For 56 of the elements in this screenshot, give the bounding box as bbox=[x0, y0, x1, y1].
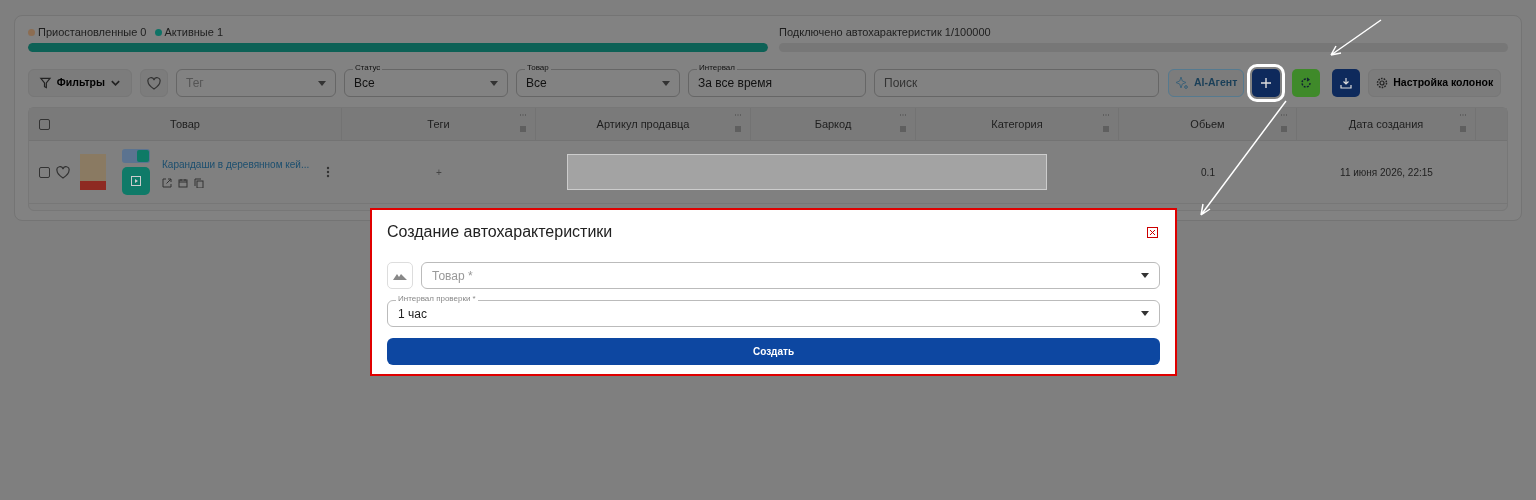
column-header: Дата создания bbox=[1348, 116, 1424, 132]
toggle-switch[interactable] bbox=[122, 149, 150, 163]
filters-button[interactable]: Фильтры bbox=[28, 69, 132, 97]
play-icon bbox=[131, 176, 141, 186]
close-icon[interactable] bbox=[1147, 226, 1158, 238]
column-menu-icon[interactable] bbox=[1280, 113, 1288, 133]
sparkle-icon bbox=[1175, 76, 1189, 90]
legend-label: Активные 1 bbox=[164, 24, 224, 40]
external-link-icon[interactable] bbox=[162, 177, 172, 188]
column-header: Артикул продавца bbox=[596, 116, 690, 132]
heart-icon bbox=[147, 76, 161, 90]
caret-icon bbox=[1141, 273, 1149, 278]
add-tag-button[interactable]: + bbox=[342, 141, 536, 203]
column-menu-icon[interactable] bbox=[519, 113, 527, 133]
calendar-icon[interactable] bbox=[178, 177, 188, 188]
heart-icon[interactable] bbox=[56, 165, 70, 179]
column-settings-button[interactable]: Настройка колонок bbox=[1368, 69, 1502, 97]
column-header: Категория bbox=[991, 116, 1043, 132]
product-select[interactable]: Товар * bbox=[421, 262, 1160, 289]
create-button[interactable]: Создать bbox=[387, 338, 1160, 365]
search-field[interactable]: Поиск bbox=[874, 69, 1159, 97]
row-checkbox[interactable] bbox=[39, 166, 50, 178]
gear-icon bbox=[1376, 77, 1389, 89]
table-cell-text: 11 июня 2026, 22:15 bbox=[1340, 165, 1433, 180]
download-button[interactable] bbox=[1332, 69, 1361, 97]
column-menu-icon[interactable] bbox=[1459, 113, 1467, 133]
play-button[interactable] bbox=[122, 167, 150, 195]
column-menu-icon[interactable] bbox=[899, 113, 907, 133]
ai-agent-button[interactable]: AI-Агент bbox=[1168, 69, 1245, 97]
legend-label: Приостановленные 0 bbox=[38, 24, 147, 40]
column-menu-icon[interactable] bbox=[1102, 113, 1110, 133]
caret-icon bbox=[318, 80, 326, 86]
image-button[interactable] bbox=[387, 262, 413, 289]
mountain-icon bbox=[393, 271, 407, 280]
caret-icon bbox=[1141, 311, 1149, 316]
table-cell-text: 0.1 bbox=[1201, 165, 1215, 180]
plus-icon bbox=[1261, 78, 1272, 88]
progress-label: Подключено автохарактеристик 1/100000 bbox=[779, 26, 992, 38]
caret-icon bbox=[490, 80, 498, 86]
more-icon[interactable] bbox=[326, 166, 330, 178]
modal-title: Создание автохарактеристики bbox=[387, 222, 613, 242]
product-photo bbox=[80, 154, 106, 190]
column-header: Товар bbox=[170, 116, 200, 132]
caret-icon bbox=[662, 80, 670, 86]
select-all-checkbox[interactable] bbox=[39, 118, 50, 130]
refresh-button[interactable] bbox=[1292, 69, 1321, 97]
download-icon bbox=[1340, 77, 1353, 89]
copy-icon[interactable] bbox=[194, 177, 204, 188]
arrow bbox=[1327, 18, 1383, 58]
refresh-icon bbox=[1300, 77, 1313, 89]
column-header: Баркод bbox=[814, 116, 852, 132]
column-header: Теги bbox=[427, 116, 450, 132]
column-menu-icon[interactable] bbox=[734, 113, 742, 133]
favorite-button[interactable] bbox=[140, 69, 168, 97]
filter-icon bbox=[39, 76, 52, 90]
column-header: Обьем bbox=[1190, 116, 1225, 132]
